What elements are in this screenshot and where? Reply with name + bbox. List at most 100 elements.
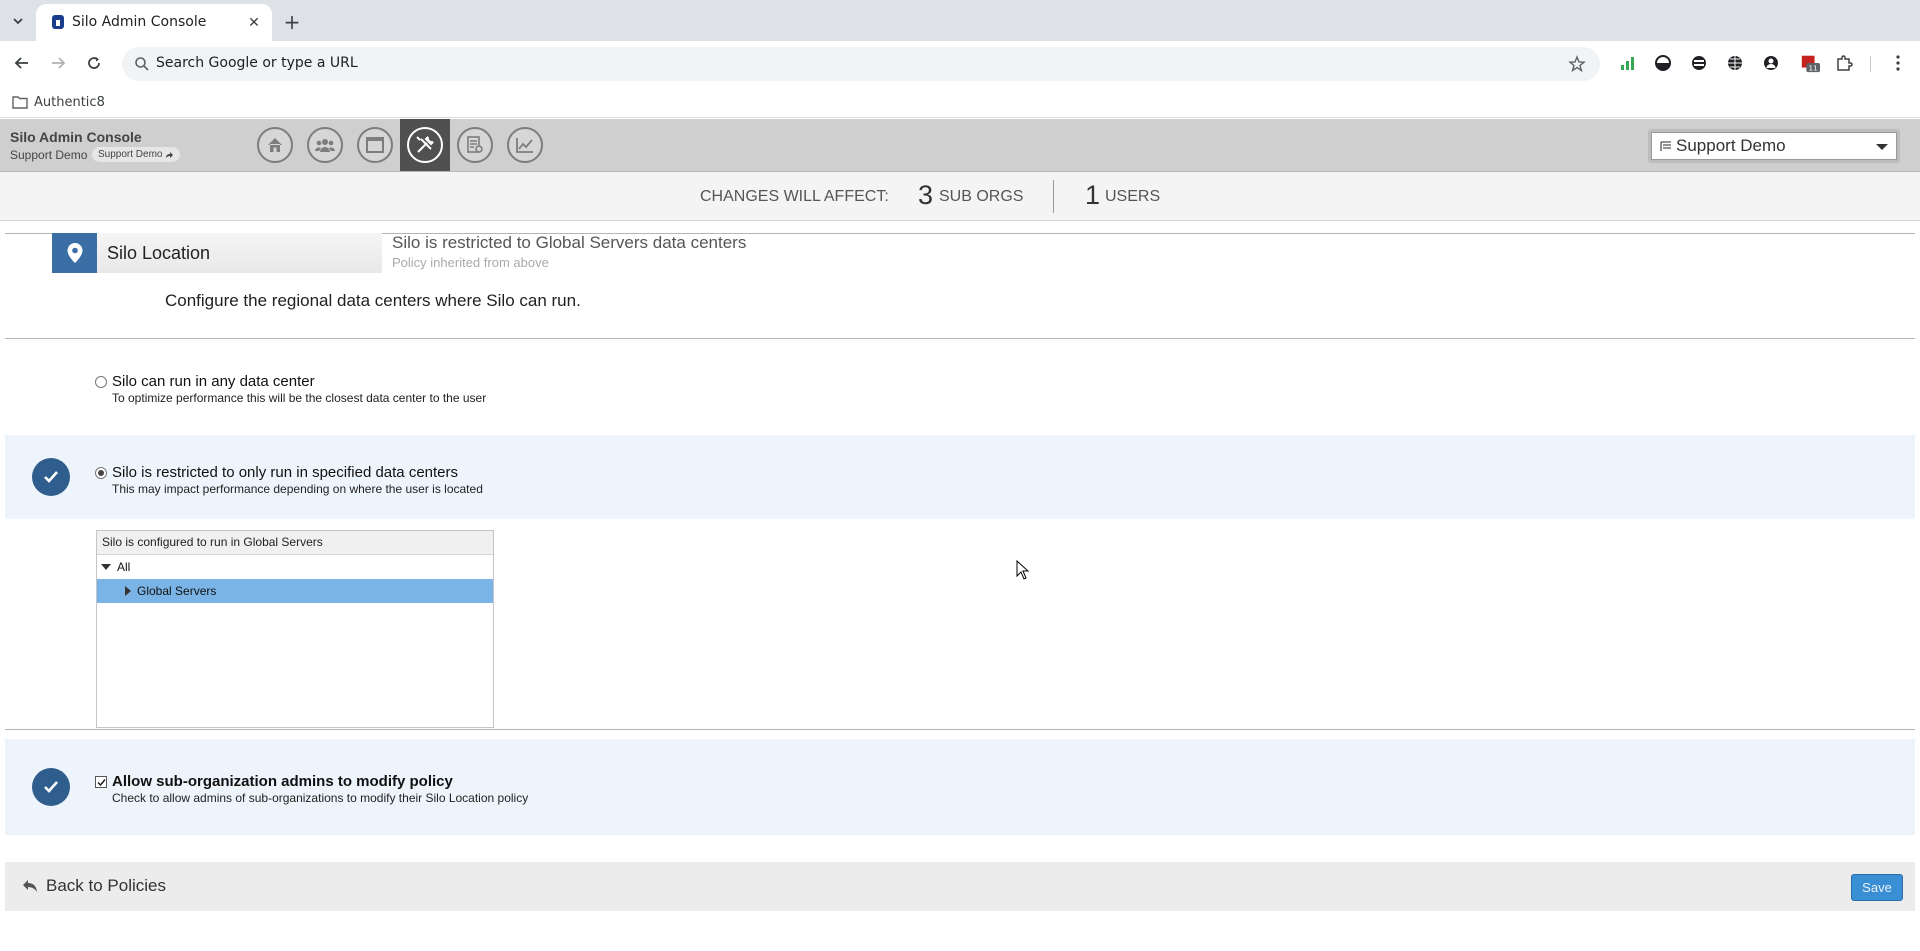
policy-editor: Silo Location Silo is restricted to Glob… <box>0 221 1920 951</box>
extension-icon-3[interactable] <box>1725 53 1745 73</box>
extensions-button[interactable] <box>1834 53 1854 73</box>
allow-modify-checkbox[interactable] <box>95 776 107 788</box>
new-tab-button[interactable]: + <box>280 10 304 34</box>
calendar-icon: 11 <box>1801 55 1820 72</box>
reports-icon <box>467 136 483 153</box>
users-icon <box>315 139 335 152</box>
extension-icon-4[interactable] <box>1761 53 1781 73</box>
expand-right-icon[interactable] <box>125 586 131 596</box>
arrow-left-icon <box>14 57 28 69</box>
sub-orgs-unit: SUB ORGS <box>939 188 1024 205</box>
radio-specified-data-centers[interactable] <box>95 467 107 479</box>
data-center-tree: Silo is configured to run in Global Serv… <box>96 530 494 728</box>
half-circle-icon <box>1655 55 1671 71</box>
checkmark-icon <box>44 781 58 793</box>
org-selector[interactable]: Support Demo <box>1648 129 1900 163</box>
extension-icon-5[interactable]: 11 <box>1800 53 1820 73</box>
mouse-cursor-icon <box>1016 560 1030 580</box>
forward-button[interactable] <box>46 51 70 75</box>
address-bar[interactable]: Search Google or type a URL <box>122 47 1600 81</box>
org-tree-icon <box>1660 141 1671 151</box>
save-button[interactable]: Save <box>1851 874 1903 901</box>
main-nav <box>250 119 550 172</box>
extension-badge: 11 <box>1809 63 1818 72</box>
search-icon <box>135 57 149 71</box>
folder-icon <box>12 96 28 109</box>
changes-divider <box>1053 180 1054 213</box>
app-header: Silo Admin Console Support Demo Support … <box>0 119 1920 172</box>
back-to-policies-label: Back to Policies <box>46 876 166 895</box>
tab-title: Silo Admin Console <box>72 14 207 30</box>
nav-users[interactable] <box>300 119 350 171</box>
app-title: Silo Admin Console <box>10 129 142 145</box>
option-specified-data-centers[interactable]: Silo is restricted to only run in specif… <box>5 435 1915 519</box>
tab-search-button[interactable] <box>6 9 30 33</box>
nav-reports[interactable] <box>450 119 500 171</box>
extension-icon-1[interactable] <box>1653 53 1673 73</box>
reply-arrow-icon <box>23 880 37 892</box>
close-icon[interactable]: ✕ <box>244 13 264 33</box>
reload-icon <box>88 57 100 69</box>
checkmark-icon <box>44 471 58 483</box>
bookmark-label: Authentic8 <box>34 94 105 110</box>
tree-node-label: Global Servers <box>137 584 217 598</box>
org-pill-label: Support Demo <box>98 149 163 160</box>
tree-header: Silo is configured to run in Global Serv… <box>97 531 493 555</box>
extension-icon-2[interactable] <box>1689 53 1709 73</box>
striped-circle-icon <box>1692 56 1706 70</box>
changes-label: CHANGES WILL AFFECT: <box>700 188 889 205</box>
radio-any-data-center[interactable] <box>95 376 107 388</box>
expand-down-icon[interactable] <box>101 564 111 570</box>
reload-button[interactable] <box>82 51 106 75</box>
org-selector-field[interactable]: Support Demo <box>1651 132 1897 160</box>
toolbar-divider <box>1870 56 1871 72</box>
signal-extension-icon[interactable] <box>1617 53 1637 73</box>
option-label: Silo can run in any data center <box>112 373 315 390</box>
divider <box>5 338 1915 339</box>
tree-node-label: All <box>117 560 131 574</box>
chevron-down-icon <box>13 18 23 25</box>
person-circle-icon <box>1764 56 1778 70</box>
policy-description: Configure the regional data centers wher… <box>165 291 581 310</box>
option-sublabel: To optimize performance this will be the… <box>112 391 487 405</box>
home-icon <box>268 138 282 152</box>
sub-orgs-count: 3 <box>918 180 934 210</box>
browser-menu-button[interactable] <box>1888 53 1908 73</box>
bookmark-authentic8[interactable]: Authentic8 <box>12 92 105 112</box>
checkbox-check-icon <box>96 778 106 786</box>
back-to-policies-link[interactable]: Back to Policies <box>22 876 166 896</box>
nav-analytics[interactable] <box>500 119 550 171</box>
allow-modify-label: Allow sub-organization admins to modify … <box>112 773 453 790</box>
users-count: 1 <box>1085 180 1101 210</box>
caret-down-icon <box>1876 144 1888 150</box>
org-selector-value: Support Demo <box>1676 136 1786 155</box>
option-any-data-center[interactable]: Silo can run in any data center To optim… <box>5 361 1915 431</box>
more-vert-icon <box>1896 55 1900 71</box>
selected-check-badge <box>32 458 70 496</box>
policy-footer: Back to Policies Save <box>5 862 1915 911</box>
nav-home[interactable] <box>250 119 300 171</box>
option-label: Silo is restricted to only run in specif… <box>112 464 459 481</box>
current-org-name: Support Demo <box>10 148 88 162</box>
org-switch-pill[interactable]: Support Demo <box>92 147 181 162</box>
selected-check-badge <box>32 768 70 806</box>
address-bar-placeholder: Search Google or type a URL <box>156 55 358 71</box>
policy-header: Silo Location <box>52 233 382 273</box>
nav-window[interactable] <box>350 119 400 171</box>
browser-tab-active[interactable]: Silo Admin Console ✕ <box>36 4 272 41</box>
tree-node-all[interactable]: All <box>97 555 493 579</box>
allow-sub-org-admins[interactable]: Allow sub-organization admins to modify … <box>5 739 1915 835</box>
nav-policies[interactable] <box>400 119 450 171</box>
changes-summary-bar: CHANGES WILL AFFECT: 3 SUB ORGS 1 USERS <box>0 172 1920 221</box>
option-sublabel: This may impact performance depending on… <box>112 482 483 496</box>
star-icon[interactable] <box>1568 55 1586 73</box>
policy-name: Silo Location <box>97 233 382 273</box>
back-button[interactable] <box>10 51 34 75</box>
bookmarks-bar: Authentic8 <box>0 87 1920 118</box>
tree-node-global-servers[interactable]: Global Servers <box>97 579 493 603</box>
map-pin-icon <box>67 243 82 263</box>
browser-tabstrip: Silo Admin Console ✕ + <box>0 0 1920 41</box>
users-unit: USERS <box>1105 188 1161 205</box>
globe-icon <box>1728 56 1742 70</box>
signal-bars-icon <box>1621 57 1634 70</box>
